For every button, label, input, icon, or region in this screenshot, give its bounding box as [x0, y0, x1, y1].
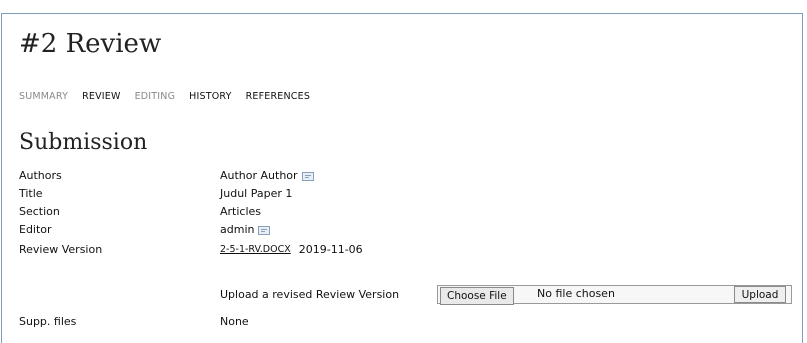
choose-file-button[interactable]: Choose File	[440, 287, 514, 305]
review-version-file-link[interactable]: 2-5-1-RV.DOCX	[220, 244, 291, 255]
supp-files-label: Supp. files	[19, 315, 77, 328]
editor-value: admin	[220, 223, 255, 236]
tab-bar: SUMMARY REVIEW EDITING HISTORY REFERENCE…	[19, 91, 310, 102]
upload-label: Upload a revised Review Version	[220, 287, 400, 301]
mail-icon[interactable]	[301, 172, 314, 181]
tab-summary[interactable]: SUMMARY	[19, 91, 68, 102]
section-heading-submission: Submission	[19, 130, 148, 155]
section-value: Articles	[220, 205, 262, 218]
upload-button[interactable]: Upload	[734, 286, 786, 303]
title-value: Judul Paper 1	[220, 187, 293, 200]
upload-row: Upload a revised Review Version	[220, 284, 399, 304]
page-title: #2 Review	[19, 29, 162, 59]
authors-value: Author Author	[220, 169, 298, 182]
review-version-label: Review Version	[19, 243, 103, 256]
tab-references[interactable]: REFERENCES	[246, 91, 310, 102]
supp-files-value: None	[220, 315, 249, 328]
review-version-date: 2019-11-06	[298, 243, 363, 256]
editor-label: Editor	[19, 223, 52, 236]
tab-editing[interactable]: EDITING	[135, 91, 176, 102]
authors-label: Authors	[19, 169, 62, 182]
tab-review[interactable]: REVIEW	[82, 91, 121, 102]
title-label: Title	[19, 187, 43, 200]
section-label: Section	[19, 205, 60, 218]
file-status-text: No file chosen	[537, 287, 615, 300]
mail-icon[interactable]	[258, 226, 271, 235]
tab-history[interactable]: HISTORY	[189, 91, 231, 102]
